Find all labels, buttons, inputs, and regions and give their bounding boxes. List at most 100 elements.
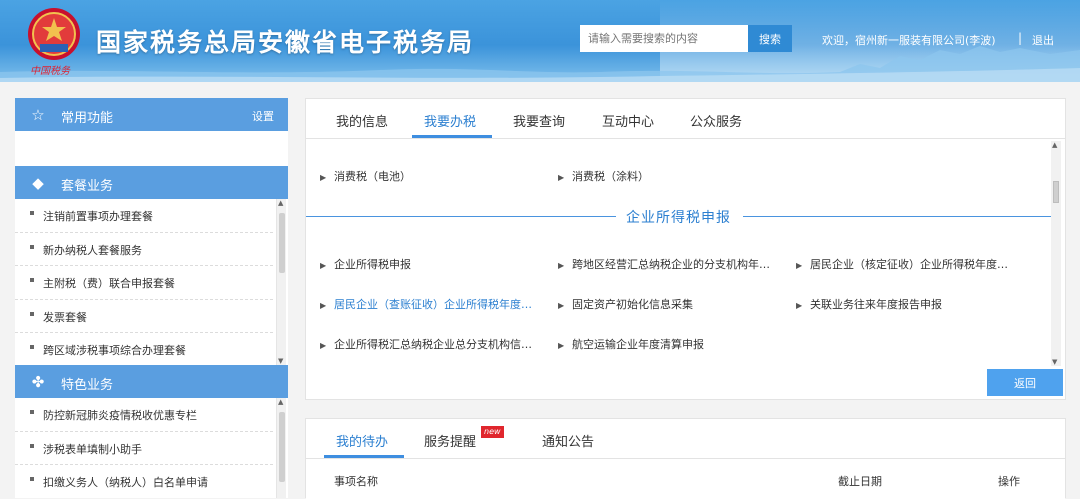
tax-item-label: 居民企业（查账征收）企业所得税年度… [334, 298, 532, 311]
sidebar-item-label: 跨区域涉税事项综合办理套餐 [43, 344, 186, 357]
section-divider: 企业所得税申报 [306, 206, 1053, 226]
scroll-down-icon[interactable]: ▼ [278, 357, 283, 365]
sidebar-item-label: 防控新冠肺炎疫情税收优惠专栏 [43, 409, 197, 422]
sidebar-item-label: 扣缴义务人（纳税人）白名单申请 [43, 476, 208, 489]
active-tab-indicator [412, 135, 492, 138]
tax-item-label: 企业所得税申报 [334, 258, 411, 271]
tax-item-label: 企业所得税汇总纳税企业总分支机构信… [334, 338, 532, 351]
bullet-icon [30, 410, 34, 414]
scrollbar-thumb[interactable] [279, 213, 285, 273]
tab-interaction[interactable]: 互动中心 [602, 111, 654, 130]
column-header-deadline: 截止日期 [838, 475, 882, 488]
scroll-up-icon[interactable]: ▲ [278, 199, 283, 207]
sidebar-item-package[interactable]: 注销前置事项办理套餐 [15, 199, 273, 233]
scroll-up-icon[interactable]: ▲ [1052, 141, 1057, 149]
sidebar-item-package[interactable]: 跨区域涉税事项综合办理套餐 [15, 333, 273, 365]
caret-right-icon: ▶ [320, 301, 327, 310]
tax-item[interactable]: ▶ 关联业务往来年度报告申报 [796, 296, 942, 312]
tax-item[interactable]: ▶ 消费税（涂料） [558, 168, 649, 184]
special-business-header[interactable]: ✤ 特色业务 [15, 365, 288, 398]
common-functions-header[interactable]: ☆ 常用功能 设置 [15, 98, 288, 131]
sidebar-item-special[interactable]: 防控新冠肺炎疫情税收优惠专栏 [15, 398, 273, 432]
sidebar-item-special[interactable]: 涉税表单填制小助手 [15, 432, 273, 465]
todo-panel: 我的待办 服务提醒 new 通知公告 事项名称 截止日期 操作 [305, 418, 1066, 499]
tax-item[interactable]: ▶ 固定资产初始化信息采集 [558, 296, 693, 312]
tab-query[interactable]: 我要查询 [513, 111, 565, 130]
star-icon: ☆ [31, 106, 45, 124]
sidebar-item-label: 涉税表单填制小助手 [43, 442, 142, 456]
active-tab-indicator [324, 455, 404, 458]
caret-right-icon: ▶ [558, 301, 565, 310]
tax-item[interactable]: ▶ 跨地区经营汇总纳税企业的分支机构年… [558, 256, 770, 272]
tax-item[interactable]: ▶ 企业所得税申报 [320, 256, 411, 272]
new-badge: new [481, 426, 504, 438]
tab-public-service[interactable]: 公众服务 [690, 111, 742, 130]
bullet-icon [30, 443, 34, 448]
tax-item-label: 居民企业（核定征收）企业所得税年度… [810, 258, 1008, 271]
tab-notices[interactable]: 通知公告 [542, 431, 594, 450]
bullet-icon [30, 311, 34, 316]
search-button[interactable]: 搜索 [748, 25, 792, 52]
tab-my-info[interactable]: 我的信息 [336, 111, 388, 130]
scroll-down-icon[interactable]: ▼ [1052, 358, 1057, 366]
special-business-list: 防控新冠肺炎疫情税收优惠专栏 涉税表单填制小助手 扣缴义务人（纳税人）白名单申请… [15, 398, 288, 498]
caret-right-icon: ▶ [320, 173, 327, 182]
main-tabs: 我的信息 我要办税 我要查询 互动中心 公众服务 [306, 99, 1065, 139]
package-business-header[interactable]: ◆ 套餐业务 [15, 166, 288, 199]
sidebar-item-package[interactable]: 新办纳税人套餐服务 [15, 233, 273, 266]
bullet-icon [30, 345, 34, 349]
tab-my-todo[interactable]: 我的待办 [336, 431, 388, 450]
sidebar-item-special[interactable]: 扣缴义务人（纳税人）白名单申请 [15, 465, 273, 498]
tax-item-label: 关联业务往来年度报告申报 [810, 298, 942, 311]
main-panel: 我的信息 我要办税 我要查询 互动中心 公众服务 ▶ 消费税（电池） ▶ 消费税（涂… [305, 98, 1066, 400]
sidebar-item-package[interactable]: 发票套餐 [15, 300, 273, 333]
tax-item[interactable]: ▶ 企业所得税汇总纳税企业总分支机构信… [320, 336, 532, 352]
clover-icon: ✤ [31, 373, 45, 391]
welcome-text: 欢迎，宿州新一服装有限公司(李波) [822, 34, 996, 47]
section-line-left [306, 216, 616, 217]
tax-item-label: 消费税（电池） [334, 170, 411, 183]
todo-tabs: 我的待办 服务提醒 new 通知公告 [306, 419, 1065, 459]
back-button[interactable]: 返回 [987, 369, 1063, 396]
caret-right-icon: ▶ [320, 341, 327, 350]
caret-right-icon: ▶ [796, 261, 803, 270]
package-scrollbar[interactable]: ▲ ▼ [276, 199, 286, 365]
tax-item-label: 航空运输企业年度清算申报 [572, 338, 704, 351]
tax-item-label: 固定资产初始化信息采集 [572, 298, 693, 311]
scrollbar-thumb[interactable] [1053, 181, 1059, 203]
sidebar-item-package[interactable]: 主附税（费）联合申报套餐 [15, 266, 273, 300]
common-functions-label: 常用功能 [61, 111, 114, 126]
bullet-icon [30, 278, 34, 282]
caret-right-icon: ▶ [558, 173, 565, 182]
scroll-up-icon[interactable]: ▲ [278, 398, 283, 406]
sidebar-item-label: 发票套餐 [43, 310, 87, 324]
sidebar-item-label: 主附税（费）联合申报套餐 [43, 277, 175, 290]
package-business-list: 注销前置事项办理套餐 新办纳税人套餐服务 主附税（费）联合申报套餐 发票套餐 跨… [15, 199, 288, 365]
site-title: 国家税务总局安徽省电子税务局 [96, 28, 475, 57]
tab-service-reminder[interactable]: 服务提醒 [424, 431, 476, 450]
column-header-item-name: 事项名称 [334, 475, 378, 488]
tax-item[interactable]: ▶ 消费税（电池） [320, 168, 411, 184]
tax-item-label: 跨地区经营汇总纳税企业的分支机构年… [572, 258, 770, 271]
tax-item[interactable]: ▶ 居民企业（查账征收）企业所得税年度… [320, 296, 532, 312]
settings-link[interactable]: 设置 [252, 108, 274, 124]
caret-right-icon: ▶ [796, 301, 803, 310]
emblem-caption: 中国税务 [30, 66, 70, 77]
special-scrollbar[interactable]: ▲ [276, 398, 286, 498]
logout-link[interactable]: 退出 [1032, 32, 1054, 48]
tax-emblem-icon [28, 8, 80, 60]
tab-tax-handling[interactable]: 我要办税 [424, 111, 476, 130]
tax-items-body: ▶ 消费税（电池） ▶ 消费税（涂料） 企业所得税申报 ▶ 企业所得税申报 ▶ 跨地区经… [306, 139, 1065, 367]
search-input[interactable] [580, 25, 748, 52]
scrollbar-thumb[interactable] [279, 412, 285, 482]
left-sidebar: ☆ 常用功能 设置 ◆ 套餐业务 注销前置事项办理套餐 新办纳税人套餐服务 主附… [15, 98, 288, 498]
tax-item[interactable]: ▶ 航空运输企业年度清算申报 [558, 336, 704, 352]
caret-right-icon: ▶ [558, 261, 565, 270]
bullet-icon [30, 477, 34, 481]
sidebar-item-label: 注销前置事项办理套餐 [43, 210, 153, 223]
special-business-label: 特色业务 [61, 378, 114, 393]
tax-item[interactable]: ▶ 居民企业（核定征收）企业所得税年度… [796, 256, 1008, 272]
main-scrollbar[interactable]: ▲ ▼ [1051, 141, 1061, 366]
sidebar-item-label: 新办纳税人套餐服务 [43, 243, 142, 257]
bullet-icon [30, 244, 34, 249]
